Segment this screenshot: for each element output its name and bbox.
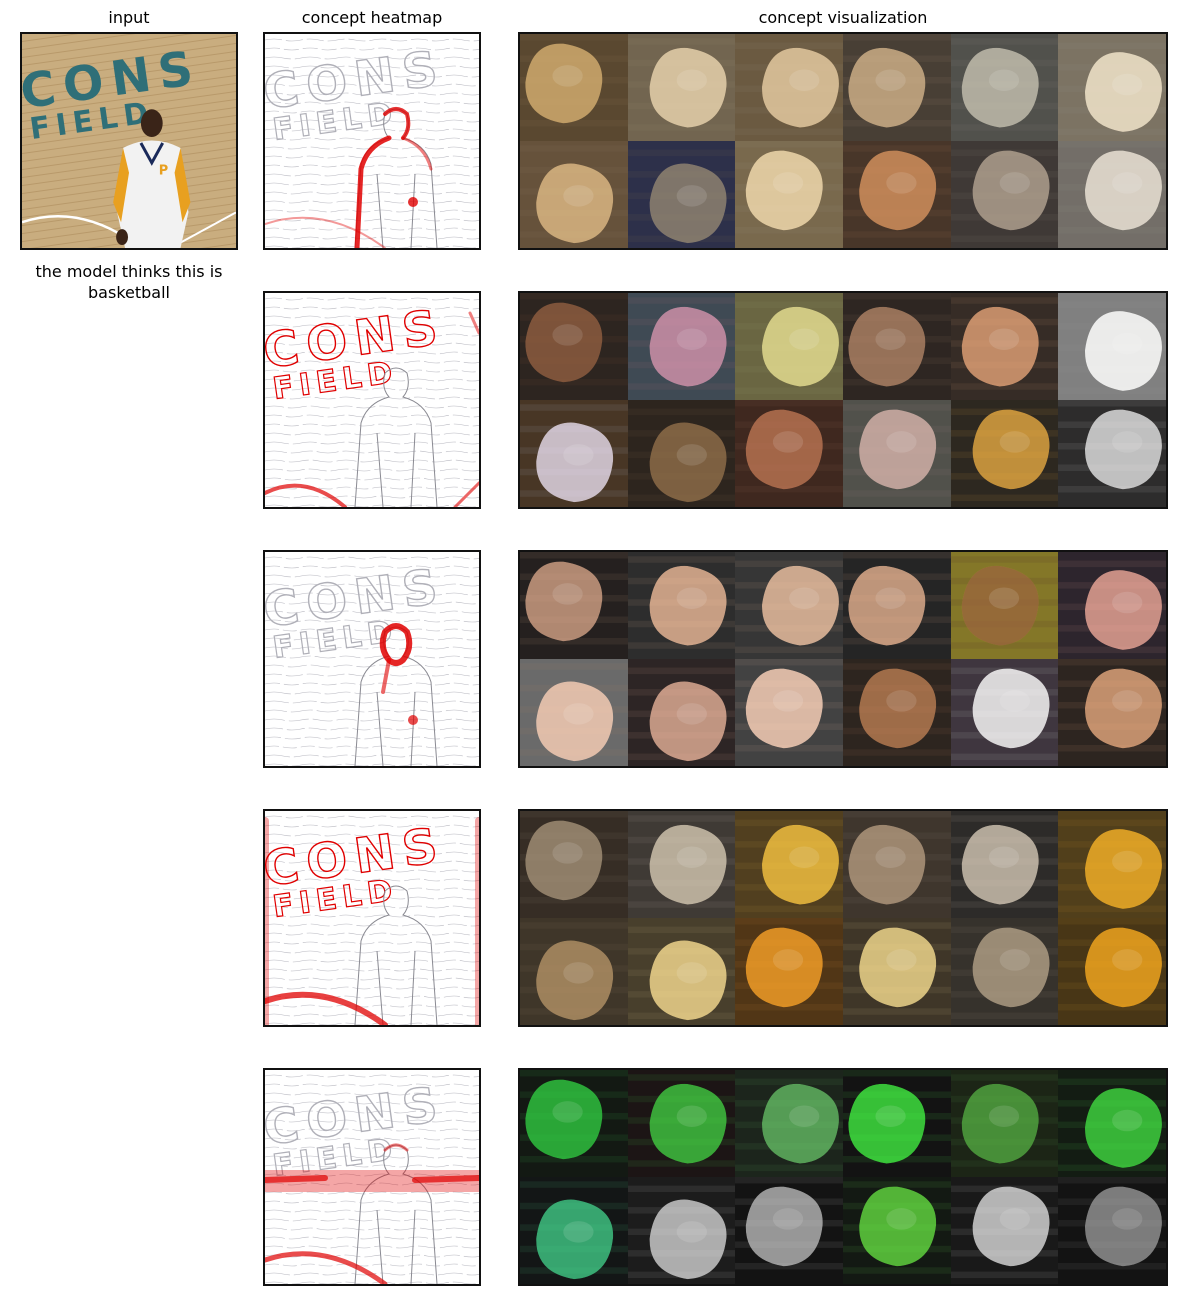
concept-example-tile <box>735 1177 844 1284</box>
concept-example-tile <box>520 400 629 507</box>
concept-example-tile <box>950 811 1059 919</box>
concept-example-tile <box>1058 1070 1166 1178</box>
concept-example-tile <box>1058 400 1166 507</box>
prediction-caption: the model thinks this is basketball <box>35 262 223 302</box>
concept-heatmap-5: CONS FIELD <box>263 1068 481 1286</box>
concept-example-tile <box>735 293 844 401</box>
concept-example-tile <box>627 400 736 507</box>
concept-example-tile <box>950 141 1059 248</box>
concept-example-tile <box>1058 1177 1166 1284</box>
concept-example-tile <box>735 552 844 660</box>
concept-example-tile <box>843 141 952 248</box>
concept-example-tile <box>520 34 629 142</box>
concept-example-tile <box>520 811 629 919</box>
concept-example-tile <box>843 552 952 660</box>
concept-visualization-grid-1 <box>518 32 1168 250</box>
concept-example-tile <box>950 34 1059 142</box>
concept-example-tile <box>627 659 736 766</box>
concept-example-tile <box>843 400 952 507</box>
concept-example-tile <box>843 1070 952 1178</box>
concept-example-tile <box>627 141 736 248</box>
concept-example-tile <box>950 1177 1059 1284</box>
concept-example-tile <box>1058 811 1166 919</box>
concept-heatmap-3: CONS FIELD <box>263 550 481 768</box>
concept-example-tile <box>520 293 629 401</box>
concept-example-tile <box>627 34 736 142</box>
concept-example-tile <box>627 552 736 660</box>
concept-visualization-grid-5 <box>518 1068 1168 1286</box>
concept-example-tile <box>627 918 736 1025</box>
input-column-title: input <box>108 8 150 27</box>
concept-example-tile <box>520 1070 629 1178</box>
concept-example-tile <box>735 918 844 1025</box>
concept-example-tile <box>950 400 1059 507</box>
concept-example-tile <box>1058 141 1166 248</box>
concept-example-tile <box>520 1177 629 1284</box>
visualization-column-title: concept visualization <box>758 8 928 27</box>
concept-example-tile <box>843 811 952 919</box>
concept-example-tile <box>735 34 844 142</box>
concept-example-tile <box>950 552 1059 660</box>
concept-example-tile <box>1058 34 1166 142</box>
concept-example-tile <box>843 1177 952 1284</box>
concept-example-tile <box>735 141 844 248</box>
heatmap-column-title: concept heatmap <box>301 8 443 27</box>
concept-example-tile <box>950 659 1059 766</box>
concept-heatmap-2: CONS FIELD <box>263 291 481 509</box>
concept-visualization-grid-4 <box>518 809 1168 1027</box>
concept-example-tile <box>843 34 952 142</box>
concept-example-tile <box>735 659 844 766</box>
concept-example-tile <box>735 1070 844 1178</box>
concept-heatmap-1: CONS FIELD <box>263 32 481 250</box>
input-image: CONS FIELD P <box>20 32 238 250</box>
concept-example-tile <box>627 293 736 401</box>
concept-example-tile <box>950 1070 1059 1178</box>
concept-example-tile <box>843 918 952 1025</box>
concept-example-tile <box>520 659 629 766</box>
concept-visualization-grid-3 <box>518 550 1168 768</box>
concept-visualization-grid-2 <box>518 291 1168 509</box>
concept-example-tile <box>843 659 952 766</box>
concept-example-tile <box>1058 552 1166 660</box>
concept-example-tile <box>520 141 629 248</box>
concept-example-tile <box>627 1070 736 1178</box>
concept-example-tile <box>520 918 629 1025</box>
concept-example-tile <box>1058 293 1166 401</box>
concept-example-tile <box>735 400 844 507</box>
concept-example-tile <box>1058 918 1166 1025</box>
concept-example-tile <box>627 1177 736 1284</box>
concept-example-tile <box>950 918 1059 1025</box>
jersey-letter: P <box>159 164 168 179</box>
concept-heatmap-4: CONS FIELD <box>263 809 481 1027</box>
concept-example-tile <box>1058 659 1166 766</box>
concept-example-tile <box>735 811 844 919</box>
concept-example-tile <box>520 552 629 660</box>
concept-example-tile <box>950 293 1059 401</box>
concept-example-tile <box>627 811 736 919</box>
concept-example-tile <box>843 293 952 401</box>
